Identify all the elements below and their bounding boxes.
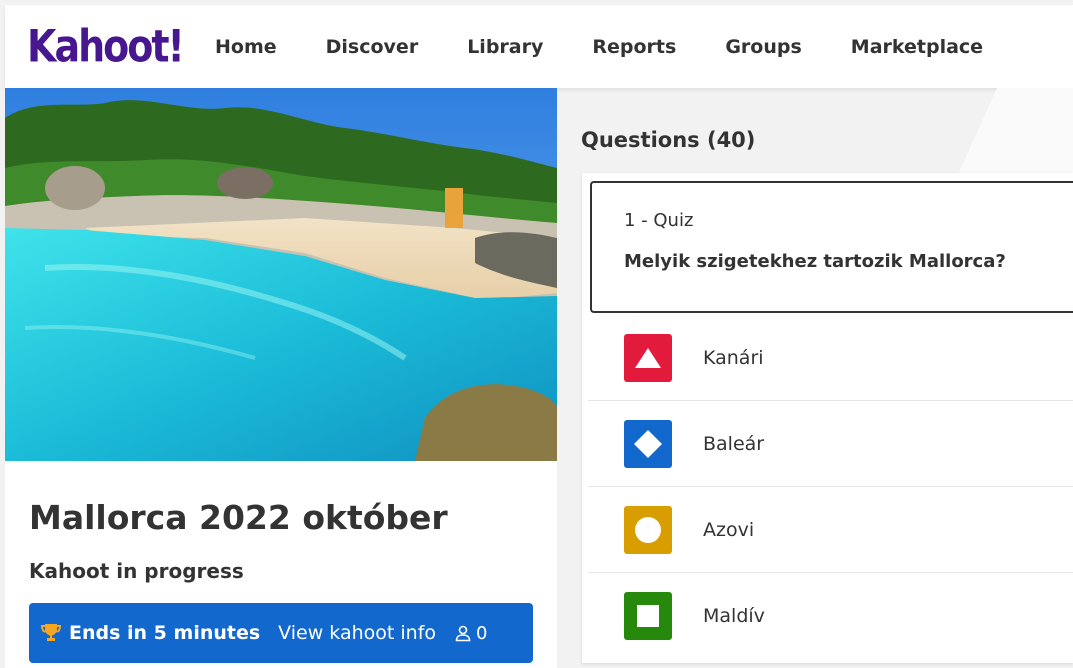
main-nav: Home Discover Library Reports Groups Mar… bbox=[215, 5, 1032, 88]
kahoot-detail-card: Mallorca 2022 október Kahoot in progress… bbox=[5, 88, 557, 668]
player-count: 0 bbox=[454, 623, 487, 644]
questions-panel: 1 - Quiz Melyik szigetekhez tartozik Mal… bbox=[582, 173, 1073, 663]
question-type-label: 1 - Quiz bbox=[624, 210, 694, 231]
view-kahoot-info-link[interactable]: View kahoot info bbox=[278, 622, 436, 644]
answer-item: Azovi bbox=[588, 487, 1073, 573]
beach-cover-illustration bbox=[5, 88, 557, 461]
answer-list: Kanári Baleár Azovi Maldív bbox=[588, 315, 1073, 659]
kahoot-title: Mallorca 2022 október bbox=[29, 498, 448, 537]
answer-shape-red bbox=[624, 333, 672, 382]
kahoot-logo[interactable]: Kahoot! bbox=[27, 20, 185, 72]
question-text: Melyik szigetekhez tartozik Mallorca? bbox=[624, 251, 1006, 272]
answer-shape-blue bbox=[624, 419, 672, 468]
answer-text: Kanári bbox=[703, 346, 764, 369]
circle-icon bbox=[635, 516, 661, 543]
kahoot-status: Kahoot in progress bbox=[29, 559, 244, 583]
ends-countdown: Ends in 5 minutes bbox=[69, 622, 261, 644]
answer-text: Azovi bbox=[703, 518, 755, 541]
square-icon bbox=[637, 605, 659, 627]
nav-reports[interactable]: Reports bbox=[592, 36, 676, 58]
answer-item: Baleár bbox=[588, 401, 1073, 487]
answer-item: Maldív bbox=[588, 573, 1073, 659]
ends-banner: Ends in 5 minutes View kahoot info 0 bbox=[29, 603, 533, 663]
top-navigation: Kahoot! Home Discover Library Reports Gr… bbox=[5, 5, 1073, 88]
diamond-icon bbox=[634, 429, 662, 458]
cover-image bbox=[5, 88, 557, 461]
nav-home[interactable]: Home bbox=[215, 36, 277, 58]
triangle-icon bbox=[635, 347, 661, 368]
answer-text: Maldív bbox=[703, 605, 765, 627]
nav-library[interactable]: Library bbox=[467, 36, 543, 58]
questions-heading: Questions (40) bbox=[581, 128, 756, 152]
player-count-value: 0 bbox=[476, 622, 488, 644]
logo-text: Kahoot! bbox=[27, 20, 185, 72]
answer-shape-yellow bbox=[624, 505, 672, 554]
answer-text: Baleár bbox=[703, 432, 765, 455]
answer-shape-green bbox=[624, 592, 672, 640]
nav-marketplace[interactable]: Marketplace bbox=[851, 36, 983, 58]
question-card[interactable]: 1 - Quiz Melyik szigetekhez tartozik Mal… bbox=[590, 181, 1073, 313]
answer-item: Kanári bbox=[588, 315, 1073, 401]
nav-discover[interactable]: Discover bbox=[326, 36, 419, 58]
user-icon bbox=[455, 625, 471, 642]
trophy-icon bbox=[39, 621, 63, 645]
nav-groups[interactable]: Groups bbox=[725, 36, 801, 58]
